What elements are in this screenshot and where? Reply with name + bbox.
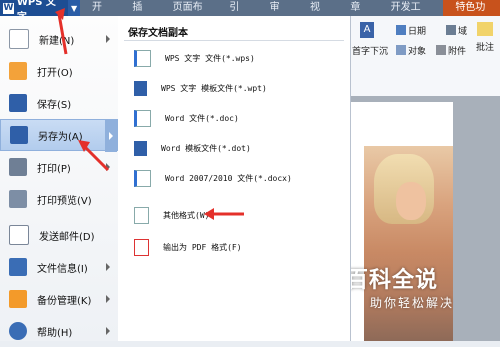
comment-button[interactable]: 批注 [476, 22, 494, 53]
chevron-down-icon[interactable]: ▼ [68, 0, 80, 16]
drop-cap-button[interactable]: 首字下沉 [352, 44, 388, 57]
menu-item-label: 帮助(H) [37, 327, 73, 339]
chevron-right-icon [106, 295, 110, 303]
menu-item-new[interactable]: 新建(N) [0, 23, 118, 55]
text-a-icon: A [360, 22, 374, 38]
paperclip-icon [436, 45, 446, 55]
tab-special-features[interactable]: 特色功能 [443, 0, 500, 29]
chevron-right-icon [106, 263, 110, 271]
tab-page-layout[interactable]: 页面布局 [161, 0, 218, 29]
menu-item-label: 文件信息(I) [37, 263, 88, 275]
submenu-item-label: WPS 文字 文件(*.wps) [165, 53, 255, 63]
menu-item-label: 打印预览(V) [37, 195, 92, 207]
menu-item-label: 备份管理(K) [37, 295, 92, 307]
date-button[interactable]: 日期 [396, 24, 426, 37]
submenu-title: 保存文档副本 [128, 28, 188, 39]
docx-file-icon [134, 169, 151, 187]
submenu-item-pdf[interactable]: 输出为 PDF 格式(F) [134, 237, 242, 257]
submenu-item-label: WPS 文字 模板文件(*.wpt) [161, 83, 267, 93]
submenu-item-label: Word 文件(*.doc) [165, 113, 239, 123]
menu-item-label: 打印(P) [37, 163, 71, 175]
field-icon [446, 25, 456, 35]
save-icon [9, 94, 27, 112]
tab-section[interactable]: 章节 [338, 0, 378, 29]
submenu-item-doc[interactable]: Word 文件(*.doc) [134, 108, 239, 128]
save-as-icon [10, 126, 28, 144]
mail-icon [9, 225, 29, 245]
ribbon-panel: A 日期 域 首字下沉 对象 附件 批注 [350, 16, 500, 97]
menu-item-label: 发送邮件(D) [39, 231, 95, 243]
submenu-item-wpt[interactable]: WPS 文字 模板文件(*.wpt) [134, 78, 267, 98]
wps-template-icon [134, 80, 147, 96]
submenu-item-dot[interactable]: Word 模板文件(*.dot) [134, 138, 251, 158]
other-format-icon [134, 206, 149, 224]
tab-developer[interactable]: 开发工具 [379, 0, 436, 29]
print-preview-icon [9, 190, 27, 208]
object-button[interactable]: 对象 [396, 44, 426, 57]
field-label: 域 [458, 27, 468, 37]
comment-icon [477, 22, 493, 36]
save-as-submenu: 保存文档副本 WPS 文字 文件(*.wps) WPS 文字 模板文件(*.wp… [118, 16, 351, 341]
submenu-item-label: 其他格式(W) [163, 210, 210, 220]
open-icon [9, 62, 27, 80]
submenu-item-label: 输出为 PDF 格式(F) [163, 242, 242, 252]
file-menu: 新建(N) 打开(O) 保存(S) 另存为(A) 打印(P) 打印预览(V) 发… [0, 16, 119, 341]
tab-references[interactable]: 引用 [217, 0, 257, 29]
comment-label: 批注 [476, 43, 495, 53]
menu-item-backup[interactable]: 备份管理(K) [0, 283, 118, 315]
photo-face [396, 182, 426, 220]
calendar-icon [396, 25, 406, 35]
backup-icon [9, 290, 27, 308]
text-format-button[interactable]: A [360, 22, 376, 38]
print-icon [9, 158, 27, 176]
menu-item-open[interactable]: 打开(O) [0, 55, 118, 87]
watermark-title: 百科全说 [346, 268, 439, 293]
title-bar: W WPS 文字 ▼ 开始 插入 页面布局 引用 审阅 视图 章节 开发工具 特… [0, 0, 500, 29]
submenu-item-label: Word 2007/2010 文件(*.docx) [165, 173, 292, 183]
word-file-icon [134, 109, 151, 127]
submenu-item-docx[interactable]: Word 2007/2010 文件(*.docx) [134, 168, 292, 188]
attachment-button[interactable]: 附件 [436, 44, 466, 57]
submenu-item-other-format[interactable]: 其他格式(W) [134, 205, 209, 225]
app-menu-button[interactable]: W WPS 文字 ▼ [0, 0, 80, 23]
field-button[interactable]: 域 [446, 24, 467, 37]
object-icon [396, 45, 406, 55]
chevron-right-icon [105, 120, 117, 152]
chevron-right-icon [106, 163, 110, 171]
chevron-right-icon [106, 35, 110, 43]
submenu-item-label: Word 模板文件(*.dot) [161, 143, 251, 153]
divider [124, 40, 344, 41]
menu-item-send-mail[interactable]: 发送邮件(D) [0, 219, 118, 251]
tab-home[interactable]: 开始 [80, 0, 120, 29]
menu-item-label: 另存为(A) [38, 131, 83, 143]
menu-item-print[interactable]: 打印(P) [0, 151, 118, 183]
pdf-icon [134, 238, 149, 256]
menu-item-save[interactable]: 保存(S) [0, 87, 118, 119]
attachment-label: 附件 [448, 47, 467, 57]
new-icon [9, 29, 29, 49]
watermark: 百科全说 助你轻松解决 [346, 262, 476, 314]
menu-item-label: 保存(S) [37, 99, 72, 111]
object-label: 对象 [408, 47, 427, 57]
ribbon-tabs: 开始 插入 页面布局 引用 审阅 视图 章节 开发工具 特色功能 [80, 0, 500, 29]
tab-view[interactable]: 视图 [298, 0, 338, 29]
help-icon [9, 322, 27, 340]
file-info-icon [9, 258, 27, 276]
menu-item-save-as[interactable]: 另存为(A) [0, 119, 118, 152]
menu-item-label: 新建(N) [39, 35, 75, 47]
wps-logo-icon: W [3, 2, 14, 14]
tab-insert[interactable]: 插入 [120, 0, 160, 29]
date-label: 日期 [408, 27, 427, 37]
menu-item-help[interactable]: 帮助(H) [0, 315, 118, 347]
menu-item-print-preview[interactable]: 打印预览(V) [0, 183, 118, 215]
drop-cap-label: 首字下沉 [352, 47, 389, 57]
menu-item-label: 打开(O) [37, 67, 73, 79]
tab-review[interactable]: 审阅 [258, 0, 298, 29]
submenu-item-wps[interactable]: WPS 文字 文件(*.wps) [134, 48, 255, 68]
word-template-icon [134, 140, 147, 156]
menu-item-file-info[interactable]: 文件信息(I) [0, 251, 118, 283]
chevron-right-icon [106, 327, 110, 335]
wps-file-icon [134, 49, 151, 67]
watermark-subtitle: 助你轻松解决 [370, 296, 455, 310]
